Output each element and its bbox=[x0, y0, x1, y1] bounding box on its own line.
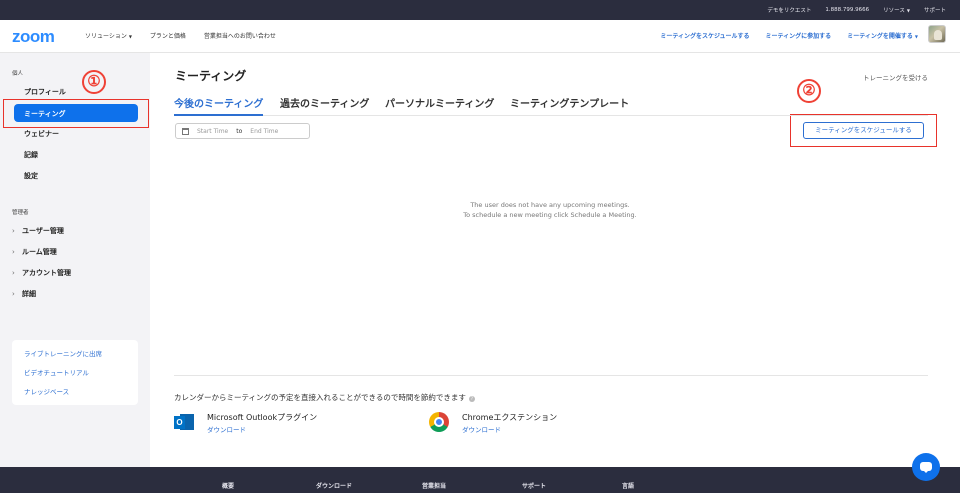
chevron-right-icon: › bbox=[12, 290, 15, 298]
outlook-icon: O bbox=[174, 412, 194, 432]
empty-state-line: To schedule a new meeting click Schedule… bbox=[463, 211, 637, 219]
video-tutorials-link[interactable]: ビデオチュートリアル bbox=[24, 367, 138, 377]
resources-label: リソース bbox=[883, 8, 905, 14]
avatar-figure bbox=[934, 30, 942, 40]
sidebar-item-label: 詳細 bbox=[22, 290, 36, 298]
calendar-icon bbox=[182, 127, 189, 135]
request-demo-link[interactable]: デモをリクエスト bbox=[767, 6, 811, 14]
footer-sales[interactable]: 営業担当 bbox=[422, 481, 446, 490]
solutions-menu[interactable]: ソリューション ▼ bbox=[85, 31, 132, 40]
footer-download[interactable]: ダウンロード bbox=[316, 481, 352, 490]
help-icon[interactable]: ? bbox=[468, 396, 475, 402]
host-meeting-label: ミーティングを開催する bbox=[847, 33, 913, 40]
phone-number[interactable]: 1.888.799.9666 bbox=[825, 7, 869, 13]
help-links-box: ライブトレーニングに出席 ビデオチュートリアル ナレッジベース bbox=[12, 340, 138, 405]
sidebar-item-advanced[interactable]: › 詳細 bbox=[12, 289, 36, 299]
caret-down-icon: ▼ bbox=[906, 8, 910, 13]
tab-previous-meetings[interactable]: 過去のミーティング bbox=[280, 95, 369, 116]
admin-section-label: 管理者 bbox=[12, 210, 29, 216]
outlook-download-link[interactable]: ダウンロード bbox=[207, 424, 246, 434]
schedule-meeting-button[interactable]: ミーティングをスケジュールする bbox=[803, 122, 924, 139]
join-meeting-link[interactable]: ミーティングに参加する bbox=[766, 31, 832, 40]
footer: 概要 ダウンロード 営業担当 サポート 言語 bbox=[0, 467, 960, 493]
caret-down-icon: ▼ bbox=[914, 34, 918, 39]
calendar-integration-note: カレンダーからミーティングの予定を直接入れることができるので時間を節約できます? bbox=[174, 392, 475, 403]
personal-section-label: 個人 bbox=[12, 71, 24, 77]
empty-state-message: The user does not have any upcoming meet… bbox=[400, 200, 700, 220]
tab-personal-meeting[interactable]: パーソナルミーティング bbox=[385, 95, 494, 116]
date-range-filter[interactable]: Start Time to End Time bbox=[175, 123, 310, 139]
top-utility-bar: デモをリクエスト 1.888.799.9666 リソース ▼ サポート bbox=[0, 0, 960, 20]
end-time-field[interactable]: End Time bbox=[250, 128, 278, 135]
main-navbar: zoom ソリューション ▼ プランと価格 営業担当へのお問い合わせ ミーティン… bbox=[0, 20, 960, 53]
chevron-right-icon: › bbox=[12, 269, 15, 277]
knowledge-base-link[interactable]: ナレッジベース bbox=[24, 386, 138, 396]
chrome-icon bbox=[429, 412, 449, 432]
solutions-label: ソリューション bbox=[85, 33, 127, 40]
calendar-note-text: カレンダーからミーティングの予定を直接入れることができるので時間を節約できます bbox=[174, 393, 466, 402]
chat-bubble-icon bbox=[920, 462, 932, 473]
tab-meeting-templates[interactable]: ミーティングテンプレート bbox=[510, 95, 629, 116]
footer-language[interactable]: 言語 bbox=[622, 481, 634, 490]
sidebar-item-user-management[interactable]: › ユーザー管理 bbox=[12, 226, 64, 236]
footer-support[interactable]: サポート bbox=[522, 481, 546, 490]
annotation-highlight-meetings bbox=[3, 99, 149, 128]
chevron-right-icon: › bbox=[12, 227, 15, 235]
sidebar-item-label: アカウント管理 bbox=[22, 269, 71, 277]
date-range-separator: to bbox=[236, 127, 243, 135]
schedule-meeting-link[interactable]: ミーティングをスケジュールする bbox=[660, 31, 749, 40]
sidebar-item-profile[interactable]: プロフィール bbox=[24, 87, 66, 97]
live-training-link[interactable]: ライブトレーニングに出席 bbox=[24, 348, 138, 358]
take-training-link[interactable]: トレーニングを受ける bbox=[863, 72, 928, 82]
sidebar-item-room-management[interactable]: › ルーム管理 bbox=[12, 247, 57, 257]
footer-about[interactable]: 概要 bbox=[222, 481, 234, 490]
host-meeting-menu[interactable]: ミーティングを開催する ▼ bbox=[847, 31, 918, 40]
divider bbox=[174, 375, 928, 376]
start-time-field[interactable]: Start Time bbox=[197, 128, 228, 135]
avatar[interactable] bbox=[928, 25, 946, 43]
caret-down-icon: ▼ bbox=[128, 34, 132, 39]
chevron-right-icon: › bbox=[12, 248, 15, 256]
sidebar-item-label: ユーザー管理 bbox=[22, 227, 64, 235]
chat-button[interactable] bbox=[912, 453, 940, 481]
annotation-step-1: ① bbox=[82, 70, 106, 94]
pricing-link[interactable]: プランと価格 bbox=[150, 31, 186, 40]
plugin-name: Microsoft Outlookプラグイン bbox=[207, 413, 318, 422]
sidebar-item-account-management[interactable]: › アカウント管理 bbox=[12, 268, 71, 278]
sidebar-item-recordings[interactable]: 記録 bbox=[24, 150, 38, 160]
empty-state-line: The user does not have any upcoming meet… bbox=[470, 201, 630, 209]
sidebar-item-label: ルーム管理 bbox=[22, 248, 57, 256]
zoom-logo[interactable]: zoom bbox=[12, 28, 55, 45]
chrome-download-link[interactable]: ダウンロード bbox=[462, 424, 501, 434]
sidebar-item-webinars[interactable]: ウェビナー bbox=[24, 129, 59, 139]
resources-menu[interactable]: リソース ▼ bbox=[883, 6, 910, 14]
contact-sales-link[interactable]: 営業担当へのお問い合わせ bbox=[204, 31, 276, 40]
tab-upcoming-meetings[interactable]: 今後のミーティング bbox=[174, 95, 264, 116]
support-link[interactable]: サポート bbox=[924, 6, 946, 14]
meeting-tabs: 今後のミーティング 過去のミーティング パーソナルミーティング ミーティングテン… bbox=[174, 95, 928, 116]
page-title: ミーティング bbox=[175, 69, 247, 83]
plugin-name: Chromeエクステンション bbox=[462, 413, 558, 422]
sidebar-item-settings[interactable]: 設定 bbox=[24, 171, 38, 181]
